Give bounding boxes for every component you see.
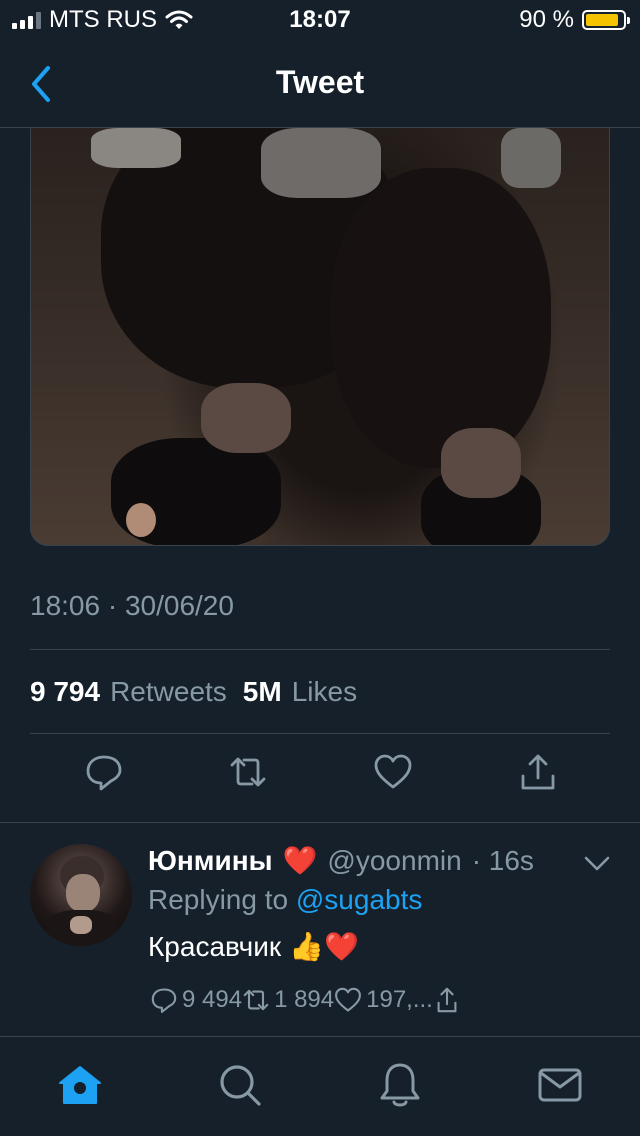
reply-icon[interactable] [150,986,178,1014]
divider [0,822,640,823]
reply-text: Красавчик 👍❤️ [148,930,359,963]
tweet-timestamp: 18:06 · 30/06/20 [30,590,234,621]
replying-prefix: Replying to [148,884,289,915]
tab-home[interactable] [56,1061,104,1109]
navigation-bar: Tweet [0,40,640,128]
reply-author-name[interactable]: Юнмины [148,845,273,877]
like-count: 197,... [366,986,433,1013]
tab-search[interactable] [216,1061,264,1109]
home-icon [59,1066,101,1104]
status-bar: MTS RUS 18:07 90 % [0,0,640,40]
reply-icon [86,755,122,791]
retweet-icon[interactable] [242,986,270,1014]
reply-stats: 9 494 1 894 197,... [150,986,465,1014]
chevron-down-icon[interactable] [584,850,610,876]
reply-author-handle[interactable]: @yoonmin [327,845,461,877]
share-icon [521,754,555,790]
messages-icon [538,1068,582,1102]
battery-percent: 90 % [519,6,574,33]
tweet-image[interactable] [30,128,610,546]
divider [30,649,610,650]
tweet-stats: 9 794 Retweets 5M Likes [30,676,363,708]
retweet-icon [230,757,266,787]
search-icon [220,1065,261,1106]
share-button[interactable] [518,752,558,792]
replying-mention[interactable]: @sugabts [296,884,423,915]
like-icon [374,754,412,789]
notifications-icon [380,1063,420,1107]
page-title: Tweet [275,64,365,100]
avatar[interactable] [30,844,132,946]
reply-tweet[interactable]: Юнмины ❤️ @yoonmin · 16s Replying to @su… [0,826,640,1036]
tweet-actions [0,752,640,802]
replying-to: Replying to @sugabts [148,884,422,916]
tab-messages[interactable] [536,1061,584,1109]
like-button[interactable] [373,752,413,792]
heart-emoji-icon: ❤️ [282,845,318,876]
likes-count[interactable]: 5M [243,676,282,708]
battery-group: 90 % [519,6,630,34]
reply-count: 9 494 [182,986,243,1013]
reply-emoji: 👍❤️ [289,931,359,962]
tab-notifications[interactable] [376,1061,424,1109]
reply-header: Юнмины ❤️ @yoonmin · 16s [148,844,534,877]
like-icon[interactable] [334,986,362,1014]
retweet-count: 1 894 [274,986,335,1013]
battery-icon [582,10,630,30]
share-icon[interactable] [433,986,461,1014]
tab-bar [0,1036,640,1136]
retweets-count[interactable]: 9 794 [30,676,100,708]
retweet-button[interactable] [228,752,268,792]
reply-body: Красавчик [148,930,282,962]
reply-time: · 16s [471,844,534,876]
retweets-label[interactable]: Retweets [110,676,227,708]
divider [30,733,610,734]
reply-button[interactable] [84,752,124,792]
likes-label[interactable]: Likes [292,676,357,708]
